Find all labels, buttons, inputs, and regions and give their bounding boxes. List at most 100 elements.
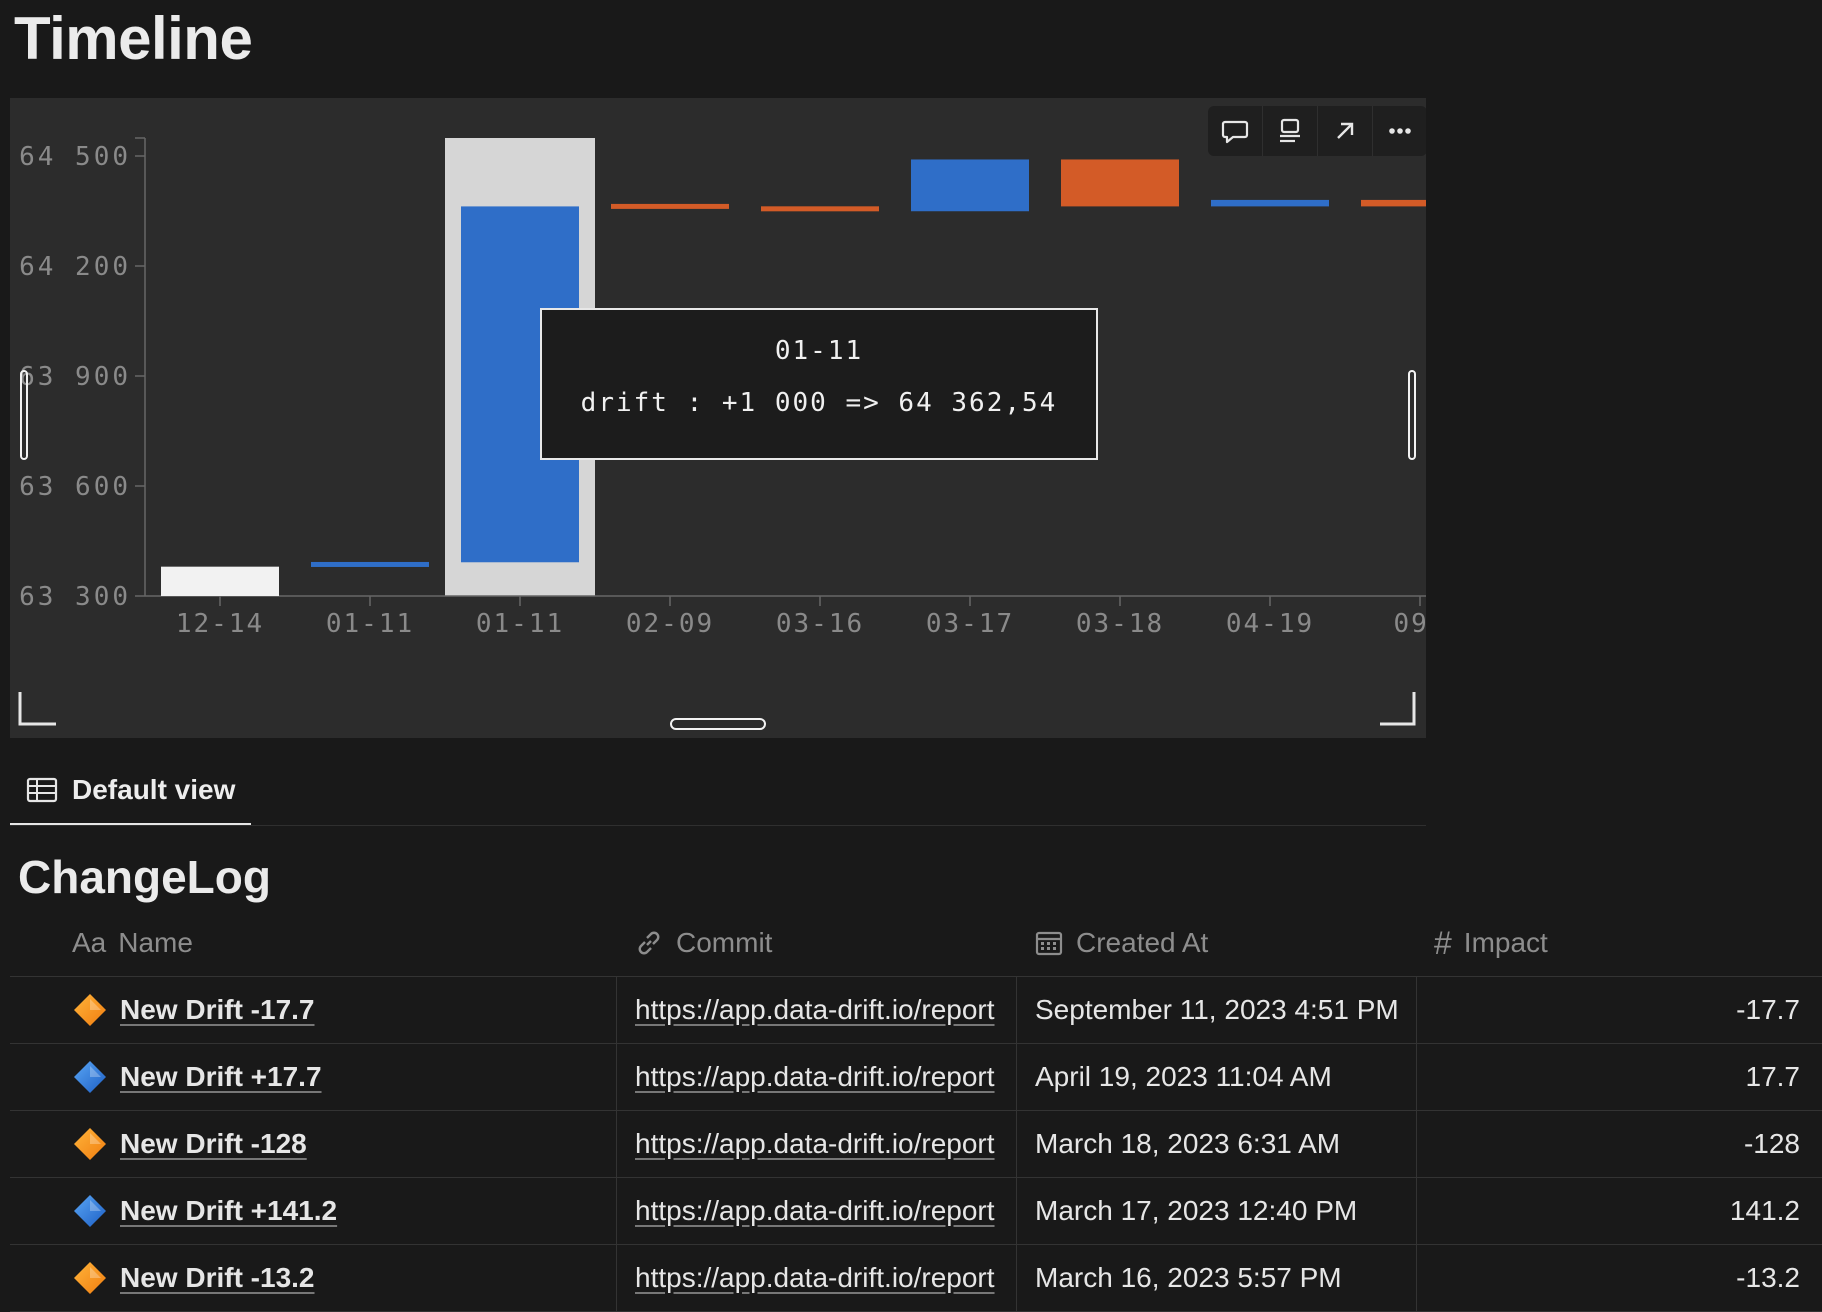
tab-divider <box>10 825 1426 826</box>
column-header-label: Commit <box>676 927 773 958</box>
right-resize-handle[interactable] <box>1408 370 1416 460</box>
impact-value: 141.2 <box>1729 1195 1800 1226</box>
name-cell[interactable]: New Drift +141.2 <box>72 1178 622 1244</box>
created-at-value: April 19, 2023 11:04 AM <box>1035 1061 1332 1092</box>
x-tick-label: 02-09 <box>626 609 714 639</box>
impact-cell[interactable]: -13.2 <box>1416 1245 1812 1311</box>
commit-cell[interactable]: https://app.data-drift.io/report <box>616 977 1028 1043</box>
created-at-cell[interactable]: April 19, 2023 11:04 AM <box>1016 1044 1428 1110</box>
waterfall-bar <box>1211 199 1329 207</box>
caption-button[interactable] <box>1263 106 1318 156</box>
chart-tooltip: 01-11 drift : +1 000 => 64 362,54 <box>540 308 1098 460</box>
name-cell[interactable]: New Drift -13.2 <box>72 1245 622 1311</box>
changelog-title: ChangeLog <box>18 851 271 903</box>
table-row[interactable]: New Drift +141.2 https://app.data-drift.… <box>10 1178 1822 1245</box>
orange-diamond-icon <box>72 1260 108 1296</box>
orange-diamond-icon <box>72 1126 108 1162</box>
commit-cell[interactable]: https://app.data-drift.io/report <box>616 1044 1028 1110</box>
commit-link[interactable]: https://app.data-drift.io/report <box>635 994 995 1026</box>
created-at-cell[interactable]: March 17, 2023 12:40 PM <box>1016 1178 1428 1244</box>
blue-diamond-icon <box>72 1193 108 1229</box>
x-tick-label: 04-19 <box>1226 609 1314 639</box>
impact-cell[interactable]: -128 <box>1416 1111 1812 1177</box>
name-cell[interactable]: New Drift +17.7 <box>72 1044 622 1110</box>
waterfall-bar <box>611 203 729 209</box>
waterfall-bar <box>911 159 1029 212</box>
x-tick-label: 01-11 <box>326 609 414 639</box>
impact-cell[interactable]: 17.7 <box>1416 1044 1812 1110</box>
commit-cell[interactable]: https://app.data-drift.io/report <box>616 1245 1028 1311</box>
column-header-label: Impact <box>1463 927 1548 958</box>
more-button[interactable] <box>1373 106 1426 156</box>
x-tick-label: 03-18 <box>1076 609 1164 639</box>
table-header: Aa Name Commit Created At # Impact <box>10 910 1822 977</box>
column-header-impact[interactable]: # Impact <box>1434 910 1548 976</box>
text-property-icon: Aa <box>72 927 107 958</box>
column-header-commit[interactable]: Commit <box>634 910 772 976</box>
bottom-resize-handle[interactable] <box>670 718 766 730</box>
created-at-value: March 16, 2023 5:57 PM <box>1035 1262 1342 1293</box>
table-row[interactable]: New Drift -13.2 https://app.data-drift.i… <box>10 1245 1822 1312</box>
commit-link[interactable]: https://app.data-drift.io/report <box>635 1195 995 1227</box>
waterfall-bar <box>1361 199 1426 207</box>
name-link[interactable]: New Drift +17.7 <box>120 1061 322 1093</box>
impact-cell[interactable]: 141.2 <box>1416 1178 1812 1244</box>
commit-link[interactable]: https://app.data-drift.io/report <box>635 1128 995 1160</box>
waterfall-bar <box>161 566 279 596</box>
chart-toolbar <box>1208 106 1426 156</box>
name-link[interactable]: New Drift -13.2 <box>120 1262 315 1294</box>
table-row[interactable]: New Drift -17.7 https://app.data-drift.i… <box>10 977 1822 1044</box>
blue-diamond-icon <box>72 1059 108 1095</box>
table-row[interactable]: New Drift +17.7 https://app.data-drift.i… <box>10 1044 1822 1111</box>
commit-cell[interactable]: https://app.data-drift.io/report <box>616 1178 1028 1244</box>
commit-cell[interactable]: https://app.data-drift.io/report <box>616 1111 1028 1177</box>
x-tick-label: 03-17 <box>926 609 1014 639</box>
y-tick-label: 63 600 <box>19 472 131 502</box>
impact-value: -13.2 <box>1736 1262 1800 1293</box>
chart-block[interactable]: 63 300 63 600 63 900 64 200 64 500 12-14 01-11… <box>10 98 1426 738</box>
name-cell[interactable]: New Drift -17.7 <box>72 977 622 1043</box>
x-tick-label: 09- <box>1394 609 1426 639</box>
open-arrow-icon <box>1337 122 1354 139</box>
tooltip-title: 01-11 <box>774 336 864 366</box>
waterfall-bar <box>1061 159 1179 207</box>
y-tick-label: 63 300 <box>19 582 131 612</box>
waterfall-bar <box>761 206 879 212</box>
bottom-left-corner-handle[interactable] <box>16 690 60 730</box>
name-link[interactable]: New Drift +141.2 <box>120 1195 337 1227</box>
column-header-created-at[interactable]: Created At <box>1034 910 1208 976</box>
x-tick-label: 01-11 <box>476 609 564 639</box>
created-at-value: March 18, 2023 6:31 AM <box>1035 1128 1341 1159</box>
name-link[interactable]: New Drift -17.7 <box>120 994 315 1026</box>
open-button[interactable] <box>1318 106 1373 156</box>
impact-value: -128 <box>1743 1128 1800 1159</box>
tooltip-value: drift : +1 000 => 64 362,54 <box>580 388 1058 418</box>
waterfall-bar <box>311 561 429 567</box>
commit-link[interactable]: https://app.data-drift.io/report <box>635 1061 995 1093</box>
bottom-right-corner-handle[interactable] <box>1376 690 1420 730</box>
x-tick-label: 03-16 <box>776 609 864 639</box>
created-at-cell[interactable]: September 11, 2023 4:51 PM <box>1016 977 1428 1043</box>
name-cell[interactable]: New Drift -128 <box>72 1111 622 1177</box>
x-tick-label: 12-14 <box>176 609 264 639</box>
column-header-name[interactable]: Aa Name <box>72 910 193 976</box>
created-at-cell[interactable]: March 16, 2023 5:57 PM <box>1016 1245 1428 1311</box>
table-row[interactable]: New Drift -128 https://app.data-drift.io… <box>10 1111 1822 1178</box>
changelog-table: Aa Name Commit Created At # Impact New D… <box>10 910 1822 1312</box>
name-link[interactable]: New Drift -128 <box>120 1128 307 1160</box>
table-body: New Drift -17.7 https://app.data-drift.i… <box>10 977 1822 1312</box>
tab-default-view[interactable]: Default view <box>10 756 252 826</box>
commit-link[interactable]: https://app.data-drift.io/report <box>635 1262 995 1294</box>
calendar-icon <box>1034 928 1064 958</box>
impact-cell[interactable]: -17.7 <box>1416 977 1812 1043</box>
left-resize-handle[interactable] <box>20 370 28 460</box>
impact-value: 17.7 <box>1745 1061 1801 1092</box>
column-header-label: Created At <box>1076 927 1209 958</box>
comment-button[interactable] <box>1208 106 1263 156</box>
created-at-cell[interactable]: March 18, 2023 6:31 AM <box>1016 1111 1428 1177</box>
y-tick-label: 64 500 <box>19 142 131 172</box>
number-icon: # <box>1434 924 1452 961</box>
caption-icon <box>1280 118 1300 143</box>
table-icon <box>26 777 58 803</box>
created-at-value: March 17, 2023 12:40 PM <box>1035 1195 1358 1226</box>
